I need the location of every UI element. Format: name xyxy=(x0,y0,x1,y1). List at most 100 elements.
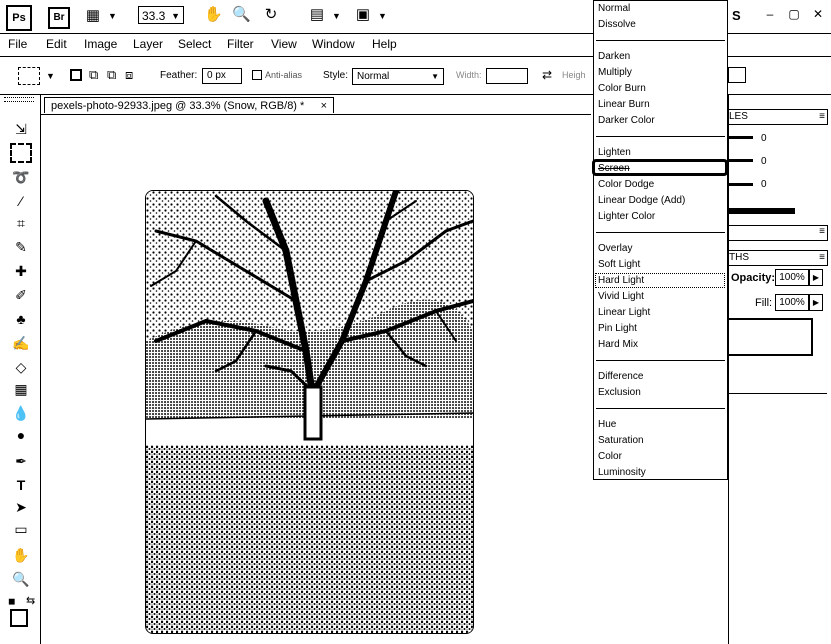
menu-filter[interactable]: Filter xyxy=(227,37,254,51)
zoom-tool-icon[interactable]: 🔍 xyxy=(232,6,251,24)
swap-colors-icon[interactable]: ⇆ xyxy=(26,594,35,607)
gradient-tool-icon[interactable]: ▦ xyxy=(10,379,32,399)
panel-menu-icon[interactable]: ≡ xyxy=(819,226,825,237)
eyedropper-tool-icon[interactable]: ✎ xyxy=(10,237,32,257)
tool-preset-picker[interactable] xyxy=(18,67,40,85)
panel-menu-icon[interactable]: ≡ xyxy=(819,110,825,124)
clone-stamp-tool-icon[interactable]: ♣ xyxy=(10,309,32,329)
blend-soft-light[interactable]: Soft Light xyxy=(598,259,640,271)
menu-edit[interactable]: Edit xyxy=(46,37,67,51)
close-button[interactable]: ✕ xyxy=(810,6,826,22)
blend-overlay[interactable]: Overlay xyxy=(598,243,632,255)
blend-normal[interactable]: Normal xyxy=(598,3,630,15)
type-tool-icon[interactable]: T xyxy=(10,475,32,495)
opacity-input[interactable]: 100% xyxy=(775,269,809,286)
default-colors-icon[interactable]: ◼ xyxy=(8,596,15,607)
hand-tool-icon[interactable]: ✋ xyxy=(10,545,32,565)
healing-brush-tool-icon[interactable]: ✚ xyxy=(10,261,32,281)
blend-dissolve[interactable]: Dissolve xyxy=(598,19,636,31)
brush-tool-icon[interactable]: ✐ xyxy=(10,285,32,305)
chevron-down-icon[interactable]: ▼ xyxy=(378,7,387,25)
menu-file[interactable]: File xyxy=(8,37,27,51)
workspace-switcher[interactable]: S xyxy=(732,8,741,23)
refine-edge-button[interactable] xyxy=(728,67,746,83)
blend-hue[interactable]: Hue xyxy=(598,419,616,431)
blend-pin-light[interactable]: Pin Light xyxy=(598,323,637,335)
path-selection-tool-icon[interactable]: ➤ xyxy=(10,497,32,517)
menu-image[interactable]: Image xyxy=(84,37,117,51)
blend-linear-burn[interactable]: Linear Burn xyxy=(598,99,650,111)
blend-linear-dodge[interactable]: Linear Dodge (Add) xyxy=(598,195,685,207)
maximize-button[interactable]: ▢ xyxy=(786,6,802,22)
lasso-tool-icon[interactable]: ➰ xyxy=(10,167,32,187)
blend-difference[interactable]: Difference xyxy=(598,371,643,383)
blend-color-burn[interactable]: Color Burn xyxy=(598,83,646,95)
document-image[interactable] xyxy=(145,190,474,634)
blend-hard-mix[interactable]: Hard Mix xyxy=(598,339,638,351)
blend-lighten[interactable]: Lighten xyxy=(598,147,631,159)
blend-mode-dropdown[interactable]: Normal Dissolve Darken Multiply Color Bu… xyxy=(592,0,728,480)
dodge-tool-icon[interactable]: ● xyxy=(10,425,32,445)
blur-tool-icon[interactable]: 💧 xyxy=(10,403,32,423)
toolbox-grip[interactable] xyxy=(4,97,34,102)
document-tab[interactable]: pexels-photo-92933.jpeg @ 33.3% (Snow, R… xyxy=(44,97,334,113)
zoom-tool-icon[interactable]: 🔍 xyxy=(10,569,32,589)
feather-input[interactable]: 0 px xyxy=(202,68,242,84)
blend-multiply[interactable]: Multiply xyxy=(598,67,632,79)
layer-row[interactable] xyxy=(729,318,813,356)
blend-vivid-light[interactable]: Vivid Light xyxy=(598,291,644,303)
menu-select[interactable]: Select xyxy=(178,37,211,51)
opacity-arrow-icon[interactable]: ▶ xyxy=(809,269,823,286)
hand-tool-icon[interactable]: ✋ xyxy=(204,6,223,24)
rotate-view-icon[interactable]: ↻ xyxy=(262,6,280,24)
blend-lighter-color[interactable]: Lighter Color xyxy=(598,211,655,223)
fill-input[interactable]: 100% xyxy=(775,294,809,311)
blend-color[interactable]: Color xyxy=(598,451,622,463)
move-tool-icon[interactable]: ⇲ xyxy=(10,119,32,139)
blend-exclusion[interactable]: Exclusion xyxy=(598,387,641,399)
fill-arrow-icon[interactable]: ▶ xyxy=(809,294,823,311)
blend-hard-light[interactable]: Hard Light xyxy=(598,275,644,287)
menu-help[interactable]: Help xyxy=(372,37,397,51)
blend-screen[interactable]: Screen xyxy=(598,163,630,175)
chevron-down-icon[interactable]: ▼ xyxy=(46,67,55,85)
chevron-down-icon[interactable]: ▼ xyxy=(332,7,341,25)
blend-luminosity[interactable]: Luminosity xyxy=(598,467,646,479)
new-selection-icon[interactable] xyxy=(70,69,82,81)
foreground-color-swatch[interactable] xyxy=(10,609,28,627)
minimize-button[interactable]: – xyxy=(762,6,778,22)
marquee-tool-icon[interactable] xyxy=(10,143,32,163)
blend-darker-color[interactable]: Darker Color xyxy=(598,115,655,127)
bridge-launch-button[interactable]: Br xyxy=(48,7,70,29)
slider-track[interactable] xyxy=(729,136,753,139)
panel-menu-icon[interactable]: ≡ xyxy=(819,251,825,265)
history-brush-tool-icon[interactable]: ✍ xyxy=(10,333,32,353)
blend-color-dodge[interactable]: Color Dodge xyxy=(598,179,654,191)
swap-dimensions-icon[interactable]: ⇄ xyxy=(542,68,552,82)
blend-linear-light[interactable]: Linear Light xyxy=(598,307,650,319)
view-extras-icon[interactable]: ▦ xyxy=(84,7,102,25)
paths-panel-tab[interactable]: THS ≡ xyxy=(729,250,828,266)
blend-darken[interactable]: Darken xyxy=(598,51,630,63)
eraser-tool-icon[interactable]: ◇ xyxy=(10,357,32,377)
menu-layer[interactable]: Layer xyxy=(133,37,163,51)
menu-window[interactable]: Window xyxy=(312,37,355,51)
screen-mode-icon[interactable]: ▣ xyxy=(354,6,372,24)
width-input[interactable] xyxy=(486,68,528,84)
style-select[interactable]: Normal ▼ xyxy=(352,68,444,85)
crop-tool-icon[interactable]: ⌗ xyxy=(10,213,32,233)
blend-saturation[interactable]: Saturation xyxy=(598,435,644,447)
close-tab-button[interactable]: × xyxy=(321,98,327,114)
arrange-documents-icon[interactable]: ▤ xyxy=(308,6,326,24)
add-to-selection-icon[interactable]: ⧉ xyxy=(89,67,98,83)
shape-tool-icon[interactable]: ▭ xyxy=(10,519,32,539)
slider-track[interactable] xyxy=(729,159,753,162)
antialias-checkbox[interactable] xyxy=(252,70,262,80)
adjustments-panel-tab[interactable]: LES ≡ xyxy=(729,109,828,125)
chevron-down-icon[interactable]: ▼ xyxy=(108,7,117,25)
zoom-level-field[interactable]: 33.3 ▼ xyxy=(138,6,184,24)
pen-tool-icon[interactable]: ✒ xyxy=(10,451,32,471)
menu-view[interactable]: View xyxy=(271,37,297,51)
intersect-selection-icon[interactable]: ⧈ xyxy=(125,67,133,83)
subtract-from-selection-icon[interactable]: ⧉ xyxy=(107,67,116,83)
